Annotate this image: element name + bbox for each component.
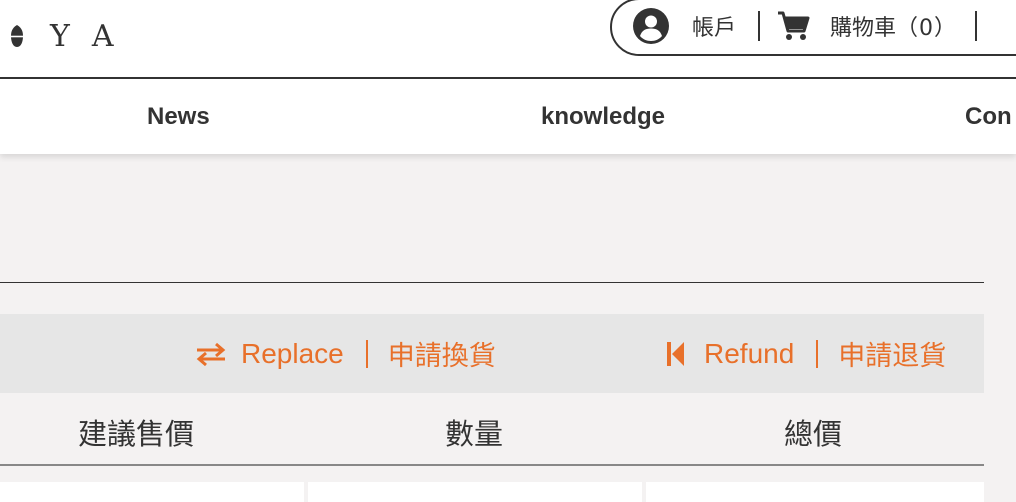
brand-letter: Y [50,18,70,54]
column-header-suggested-price: 建議售價 [78,417,195,451]
nav-item-news[interactable]: News [147,103,210,131]
table-header-row: 建議售價 數量 總價 [0,393,984,465]
account-cart-bar: 帳戶 購物車 （0） [610,0,1016,56]
site-header: Y A 帳戶 購物車 （0） [0,0,1016,79]
bean-icon [11,25,23,47]
divider [975,11,978,41]
account-link[interactable]: 帳戶 [692,10,736,42]
divider [816,339,819,368]
refund-label-zh: 申請退貨 [838,341,947,372]
table-cell [308,482,642,502]
cart-link[interactable]: 購物車 [830,10,896,42]
table-cell [0,482,304,502]
column-header-quantity: 數量 [445,417,504,451]
nav-item-knowledge[interactable]: knowledge [541,103,665,131]
replace-label-zh: 申請換貨 [387,341,496,372]
brand-letter: A [91,18,114,54]
column-header-total: 總價 [784,417,843,451]
replace-button[interactable]: Replace 申請換貨 [195,314,496,393]
refund-button[interactable]: Refund 申請退貨 [666,314,946,393]
table-header-divider [0,464,984,466]
nav-item-contact[interactable]: Con [965,103,1012,131]
order-action-bar: Replace 申請換貨 Refund 申請退貨 [0,314,984,393]
divider [758,11,761,41]
shopping-cart-icon[interactable] [776,9,810,43]
refund-label: Refund [704,337,795,369]
swap-arrows-icon [196,342,226,366]
skip-back-icon [667,341,684,366]
main-nav: News knowledge Con [0,79,1016,154]
divider [365,339,368,368]
brand-logo[interactable]: Y A [10,18,113,54]
replace-label: Replace [241,337,344,369]
section-divider [0,282,984,283]
user-circle-icon[interactable] [632,7,670,45]
table-cell [646,482,984,502]
cart-count: （0） [896,16,958,41]
